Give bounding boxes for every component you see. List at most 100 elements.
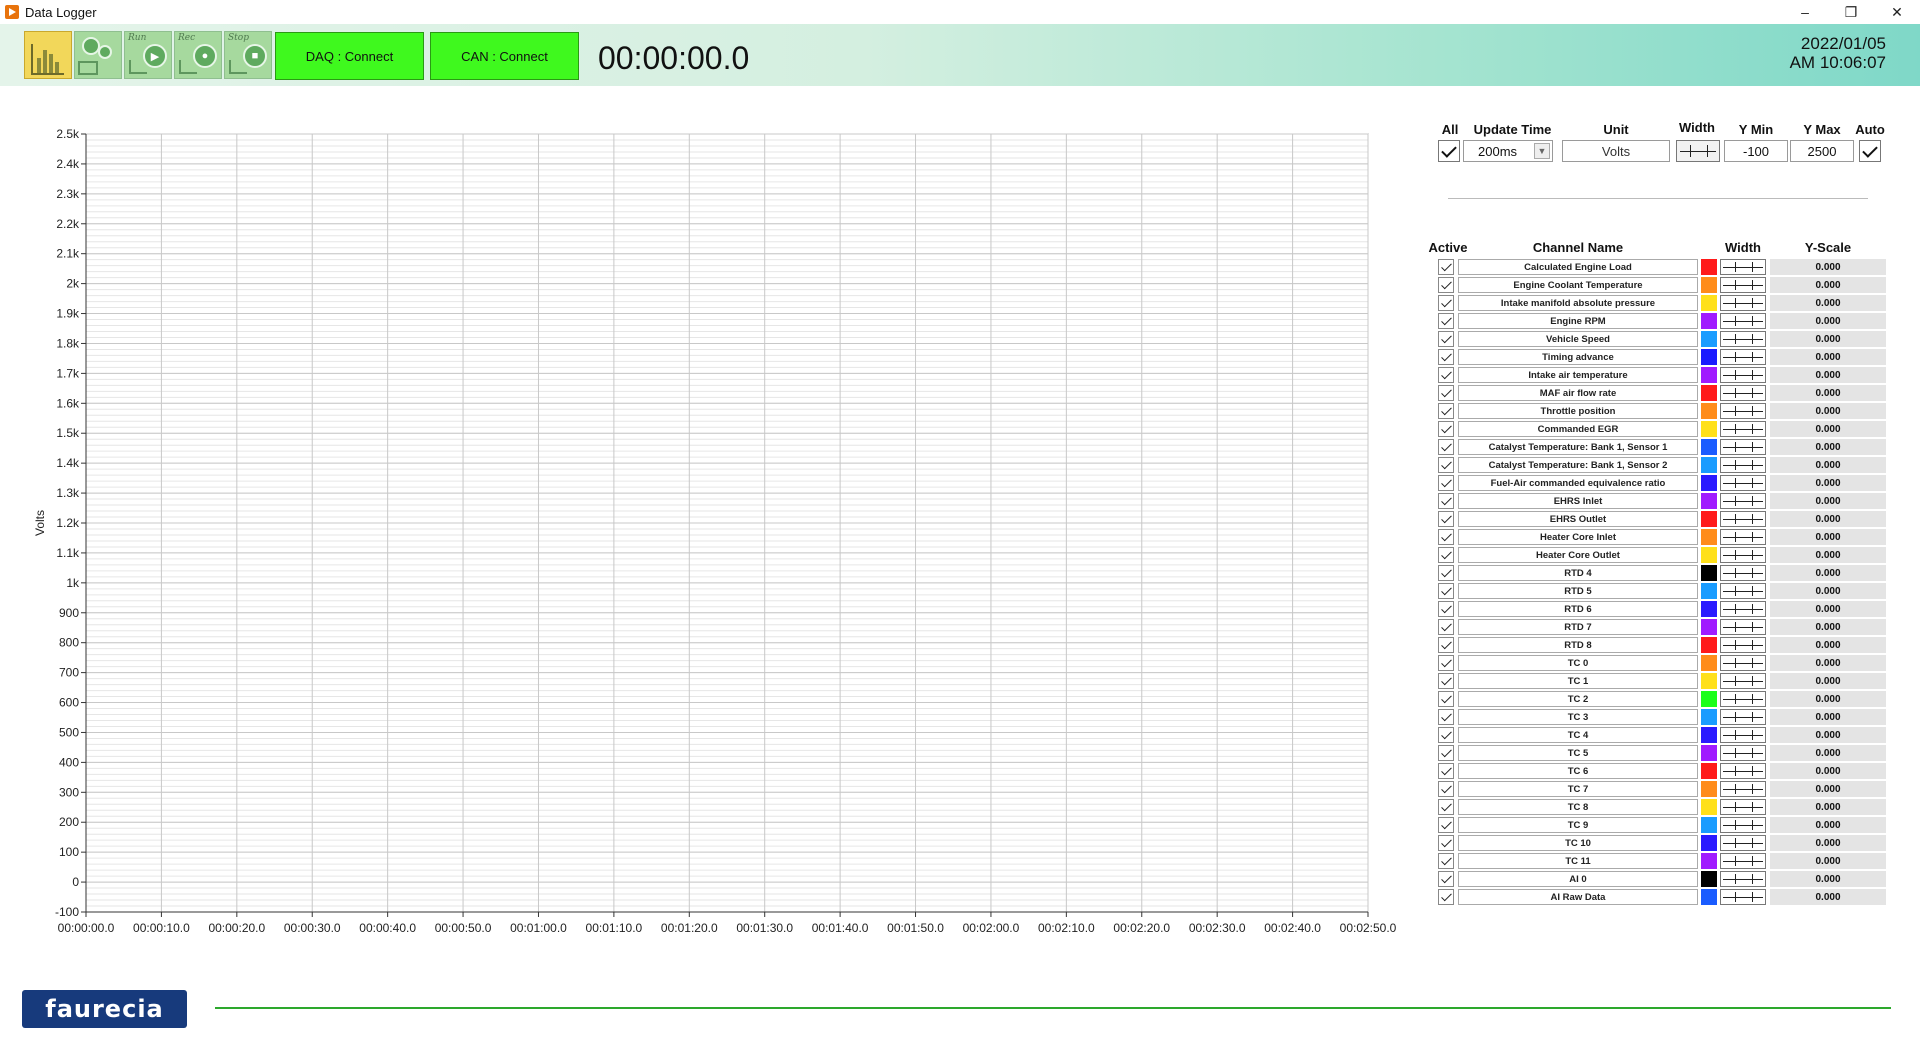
active-checkbox[interactable]: [1438, 277, 1454, 293]
channel-width-selector[interactable]: [1720, 439, 1766, 455]
channel-color-swatch[interactable]: [1701, 619, 1717, 635]
stop-button[interactable]: Stop ■: [224, 31, 272, 79]
channel-width-selector[interactable]: [1720, 403, 1766, 419]
channel-color-swatch[interactable]: [1701, 799, 1717, 815]
active-checkbox[interactable]: [1438, 691, 1454, 707]
active-checkbox[interactable]: [1438, 709, 1454, 725]
active-checkbox[interactable]: [1438, 313, 1454, 329]
unit-field[interactable]: Volts: [1562, 140, 1670, 162]
channel-width-selector[interactable]: [1720, 619, 1766, 635]
active-checkbox[interactable]: [1438, 655, 1454, 671]
channel-width-selector[interactable]: [1720, 277, 1766, 293]
active-checkbox[interactable]: [1438, 601, 1454, 617]
channel-width-selector[interactable]: [1720, 853, 1766, 869]
active-checkbox[interactable]: [1438, 421, 1454, 437]
channel-color-swatch[interactable]: [1701, 655, 1717, 671]
active-checkbox[interactable]: [1438, 781, 1454, 797]
restore-button[interactable]: ❐: [1828, 0, 1874, 24]
channel-width-selector[interactable]: [1720, 727, 1766, 743]
channel-color-swatch[interactable]: [1701, 349, 1717, 365]
channel-color-swatch[interactable]: [1701, 295, 1717, 311]
channel-width-selector[interactable]: [1720, 421, 1766, 437]
close-button[interactable]: ✕: [1874, 0, 1920, 24]
channel-width-selector[interactable]: [1720, 493, 1766, 509]
channel-width-selector[interactable]: [1720, 583, 1766, 599]
active-checkbox[interactable]: [1438, 583, 1454, 599]
channel-color-swatch[interactable]: [1701, 493, 1717, 509]
channel-color-swatch[interactable]: [1701, 259, 1717, 275]
run-button[interactable]: Run ▶: [124, 31, 172, 79]
channel-color-swatch[interactable]: [1701, 853, 1717, 869]
channel-width-selector[interactable]: [1720, 511, 1766, 527]
active-checkbox[interactable]: [1438, 637, 1454, 653]
channel-width-selector[interactable]: [1720, 367, 1766, 383]
channel-width-selector[interactable]: [1720, 313, 1766, 329]
channel-width-selector[interactable]: [1720, 817, 1766, 833]
active-checkbox[interactable]: [1438, 817, 1454, 833]
active-checkbox[interactable]: [1438, 745, 1454, 761]
channel-color-swatch[interactable]: [1701, 331, 1717, 347]
all-checkbox[interactable]: [1438, 140, 1460, 162]
channel-color-swatch[interactable]: [1701, 439, 1717, 455]
channel-width-selector[interactable]: [1720, 799, 1766, 815]
channel-color-swatch[interactable]: [1701, 565, 1717, 581]
auto-checkbox[interactable]: [1859, 140, 1881, 162]
channel-color-swatch[interactable]: [1701, 475, 1717, 491]
channel-color-swatch[interactable]: [1701, 583, 1717, 599]
active-checkbox[interactable]: [1438, 889, 1454, 905]
active-checkbox[interactable]: [1438, 763, 1454, 779]
channel-width-selector[interactable]: [1720, 709, 1766, 725]
channel-color-swatch[interactable]: [1701, 385, 1717, 401]
active-checkbox[interactable]: [1438, 835, 1454, 851]
channel-color-swatch[interactable]: [1701, 637, 1717, 653]
ymin-field[interactable]: -100: [1724, 140, 1788, 162]
active-checkbox[interactable]: [1438, 475, 1454, 491]
channel-width-selector[interactable]: [1720, 529, 1766, 545]
channel-color-swatch[interactable]: [1701, 367, 1717, 383]
active-checkbox[interactable]: [1438, 457, 1454, 473]
channel-color-swatch[interactable]: [1701, 781, 1717, 797]
channel-color-swatch[interactable]: [1701, 601, 1717, 617]
channel-width-selector[interactable]: [1720, 835, 1766, 851]
channel-width-selector[interactable]: [1720, 691, 1766, 707]
settings-button[interactable]: [74, 31, 122, 79]
active-checkbox[interactable]: [1438, 331, 1454, 347]
channel-color-swatch[interactable]: [1701, 313, 1717, 329]
minimize-button[interactable]: –: [1782, 0, 1828, 24]
channel-color-swatch[interactable]: [1701, 889, 1717, 905]
active-checkbox[interactable]: [1438, 727, 1454, 743]
channel-width-selector[interactable]: [1720, 763, 1766, 779]
channel-color-swatch[interactable]: [1701, 403, 1717, 419]
channel-color-swatch[interactable]: [1701, 277, 1717, 293]
active-checkbox[interactable]: [1438, 871, 1454, 887]
width-selector[interactable]: [1676, 140, 1720, 162]
active-checkbox[interactable]: [1438, 619, 1454, 635]
channel-color-swatch[interactable]: [1701, 871, 1717, 887]
chart-view-button[interactable]: [24, 31, 72, 79]
channel-width-selector[interactable]: [1720, 295, 1766, 311]
channel-width-selector[interactable]: [1720, 349, 1766, 365]
channel-width-selector[interactable]: [1720, 331, 1766, 347]
channel-width-selector[interactable]: [1720, 745, 1766, 761]
channel-color-swatch[interactable]: [1701, 691, 1717, 707]
active-checkbox[interactable]: [1438, 493, 1454, 509]
record-button[interactable]: Rec ●: [174, 31, 222, 79]
active-checkbox[interactable]: [1438, 529, 1454, 545]
active-checkbox[interactable]: [1438, 385, 1454, 401]
channel-color-swatch[interactable]: [1701, 709, 1717, 725]
channel-color-swatch[interactable]: [1701, 457, 1717, 473]
channel-color-swatch[interactable]: [1701, 727, 1717, 743]
active-checkbox[interactable]: [1438, 511, 1454, 527]
channel-width-selector[interactable]: [1720, 637, 1766, 653]
active-checkbox[interactable]: [1438, 439, 1454, 455]
active-checkbox[interactable]: [1438, 295, 1454, 311]
channel-color-swatch[interactable]: [1701, 511, 1717, 527]
channel-width-selector[interactable]: [1720, 781, 1766, 797]
chevron-down-icon[interactable]: ▼: [1534, 143, 1550, 159]
channel-width-selector[interactable]: [1720, 547, 1766, 563]
channel-color-swatch[interactable]: [1701, 529, 1717, 545]
channel-color-swatch[interactable]: [1701, 835, 1717, 851]
active-checkbox[interactable]: [1438, 403, 1454, 419]
channel-width-selector[interactable]: [1720, 457, 1766, 473]
channel-width-selector[interactable]: [1720, 385, 1766, 401]
